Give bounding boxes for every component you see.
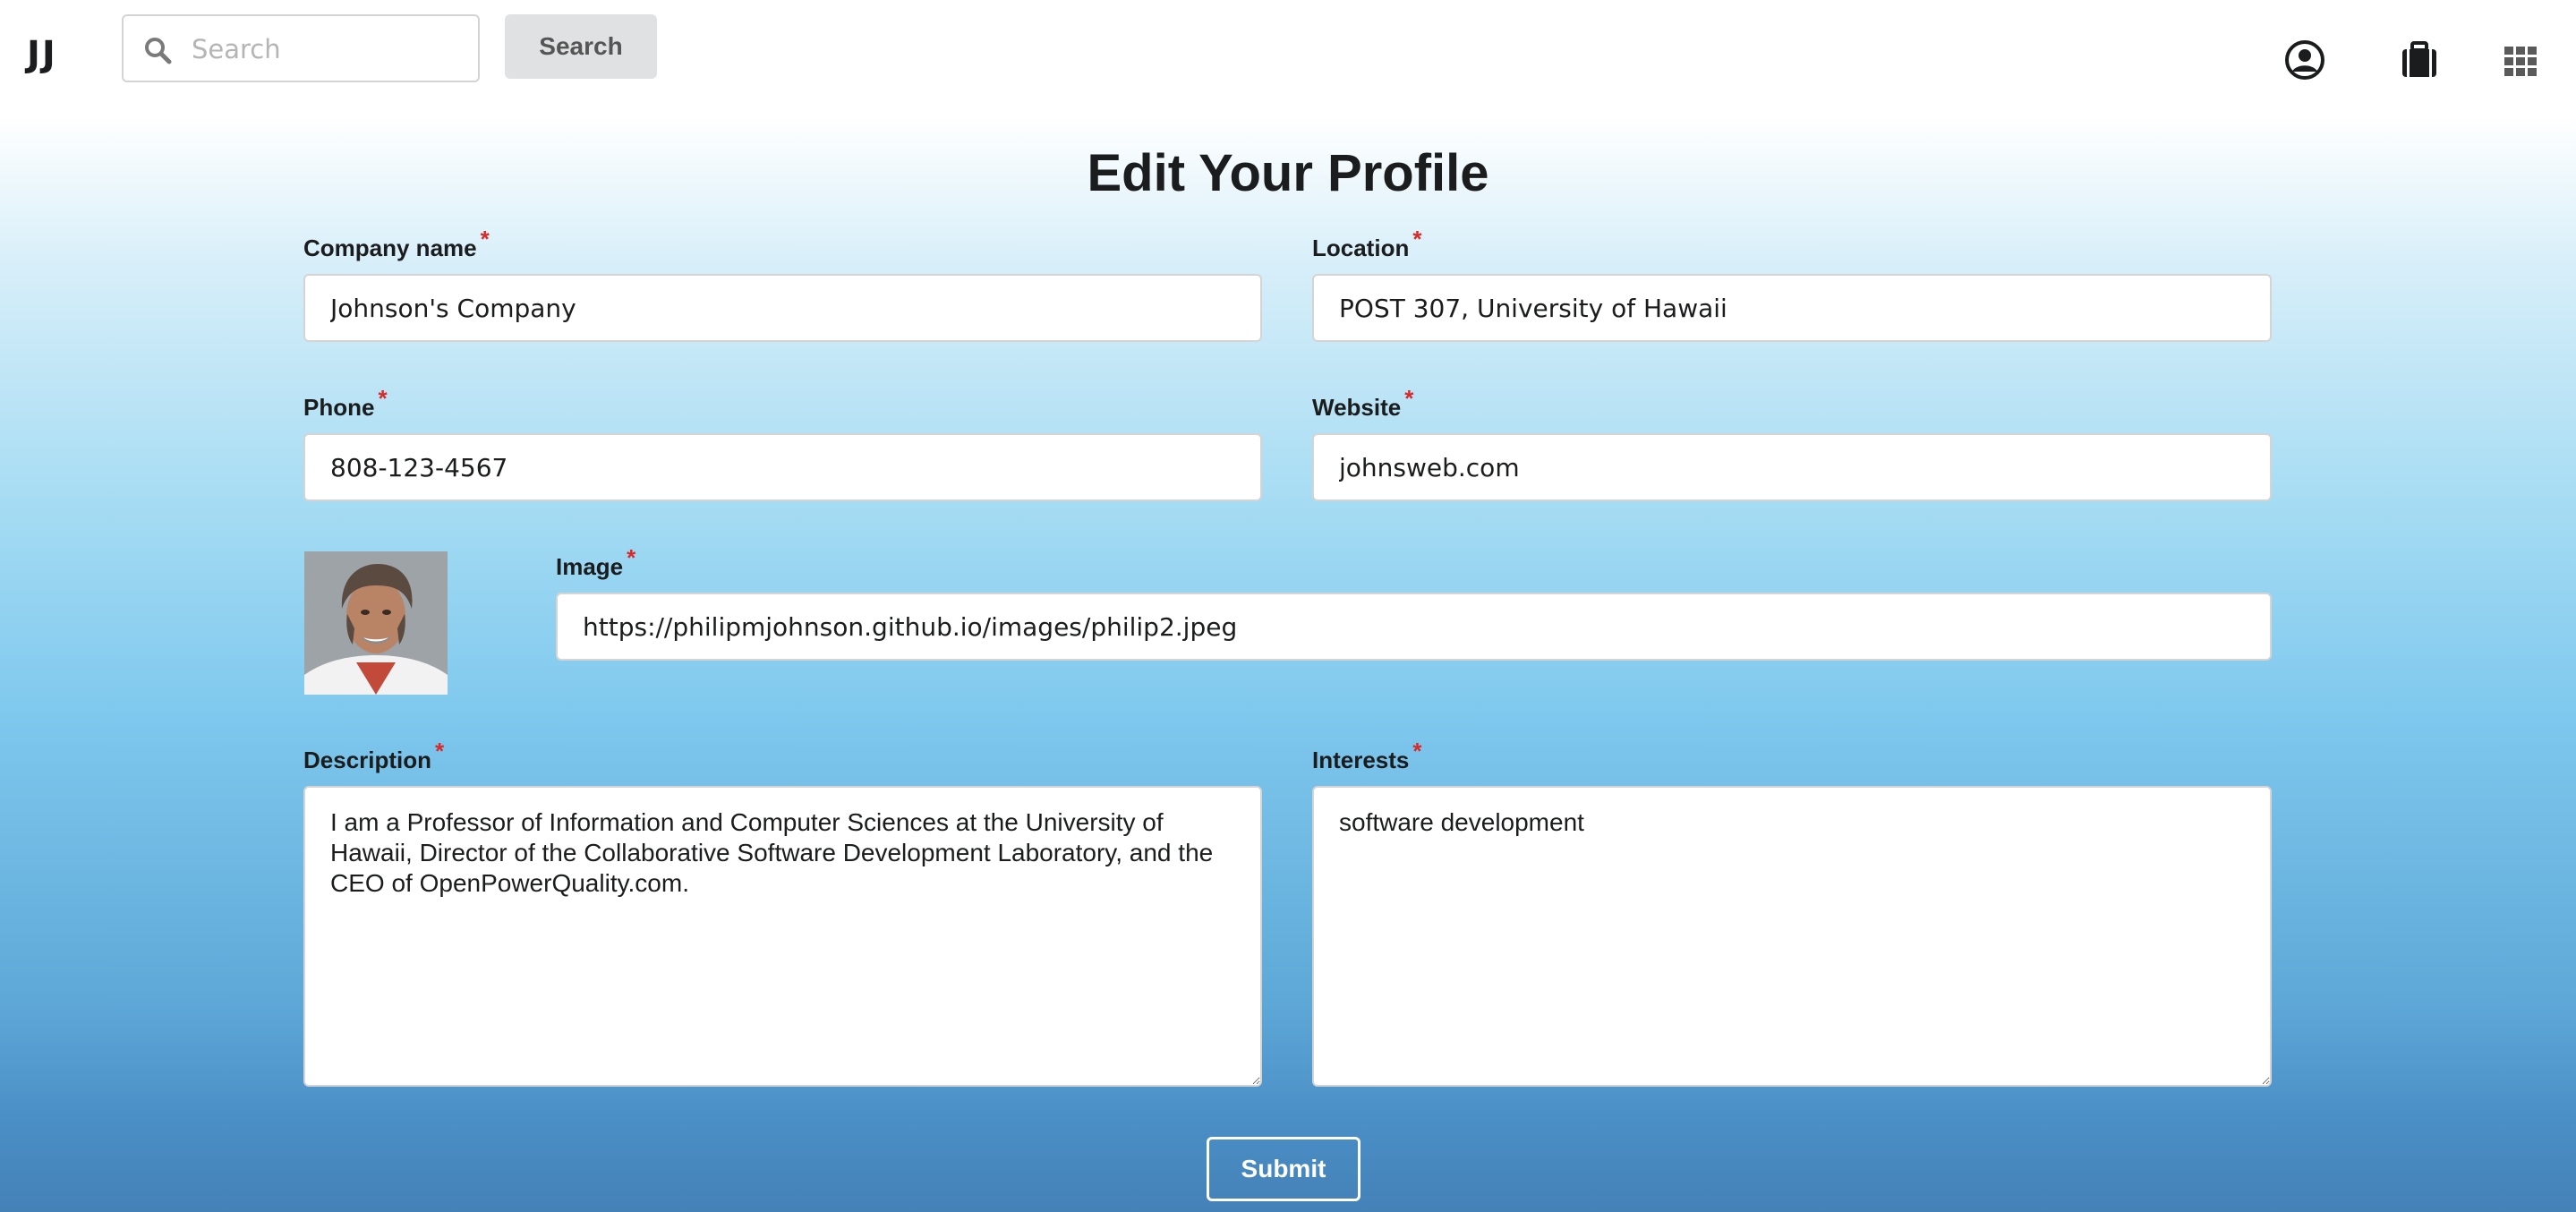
interests-textarea[interactable]: software development: [1312, 786, 2272, 1087]
website-label-text: Website: [1312, 394, 1402, 421]
interests-label-text: Interests: [1312, 747, 1410, 773]
submit-button[interactable]: Submit: [1207, 1137, 1361, 1201]
required-marker: *: [435, 738, 445, 764]
location-label: Location *: [1312, 226, 1421, 262]
interests-label: Interests *: [1312, 738, 1422, 774]
profile-image: [304, 551, 448, 695]
location-label-text: Location: [1312, 235, 1410, 261]
page-title: Edit Your Profile: [1087, 144, 1489, 202]
search-field[interactable]: [122, 14, 480, 82]
phone-label: Phone *: [303, 385, 388, 422]
website-field[interactable]: [1312, 433, 2272, 501]
search-icon: [143, 36, 172, 64]
phone-label-text: Phone: [303, 394, 375, 421]
required-marker: *: [1412, 226, 1422, 252]
top-navbar: JJ Search: [0, 0, 2576, 98]
briefcase-icon[interactable]: [2399, 39, 2440, 81]
required-marker: *: [378, 385, 388, 412]
company-name-label-text: Company name: [303, 235, 477, 261]
search-input[interactable]: [192, 29, 460, 70]
website-label: Website *: [1312, 385, 1413, 422]
required-marker: *: [1404, 385, 1414, 412]
logo[interactable]: JJ: [27, 34, 57, 75]
company-name-field[interactable]: [303, 274, 1262, 342]
user-circle-icon[interactable]: [2284, 39, 2325, 81]
required-marker: *: [627, 544, 636, 571]
phone-field[interactable]: [303, 433, 1262, 501]
image-url-field[interactable]: [556, 593, 2272, 661]
description-textarea[interactable]: I am a Professor of Information and Comp…: [303, 786, 1262, 1087]
required-marker: *: [480, 226, 490, 252]
location-field[interactable]: [1312, 274, 2272, 342]
description-label: Description *: [303, 738, 444, 774]
company-name-label: Company name *: [303, 226, 490, 262]
image-label-text: Image: [556, 553, 624, 580]
image-label: Image *: [556, 544, 635, 581]
apps-grid-icon[interactable]: [2503, 43, 2538, 79]
search-button[interactable]: Search: [505, 14, 657, 79]
required-marker: *: [1412, 738, 1422, 764]
description-label-text: Description: [303, 747, 432, 773]
